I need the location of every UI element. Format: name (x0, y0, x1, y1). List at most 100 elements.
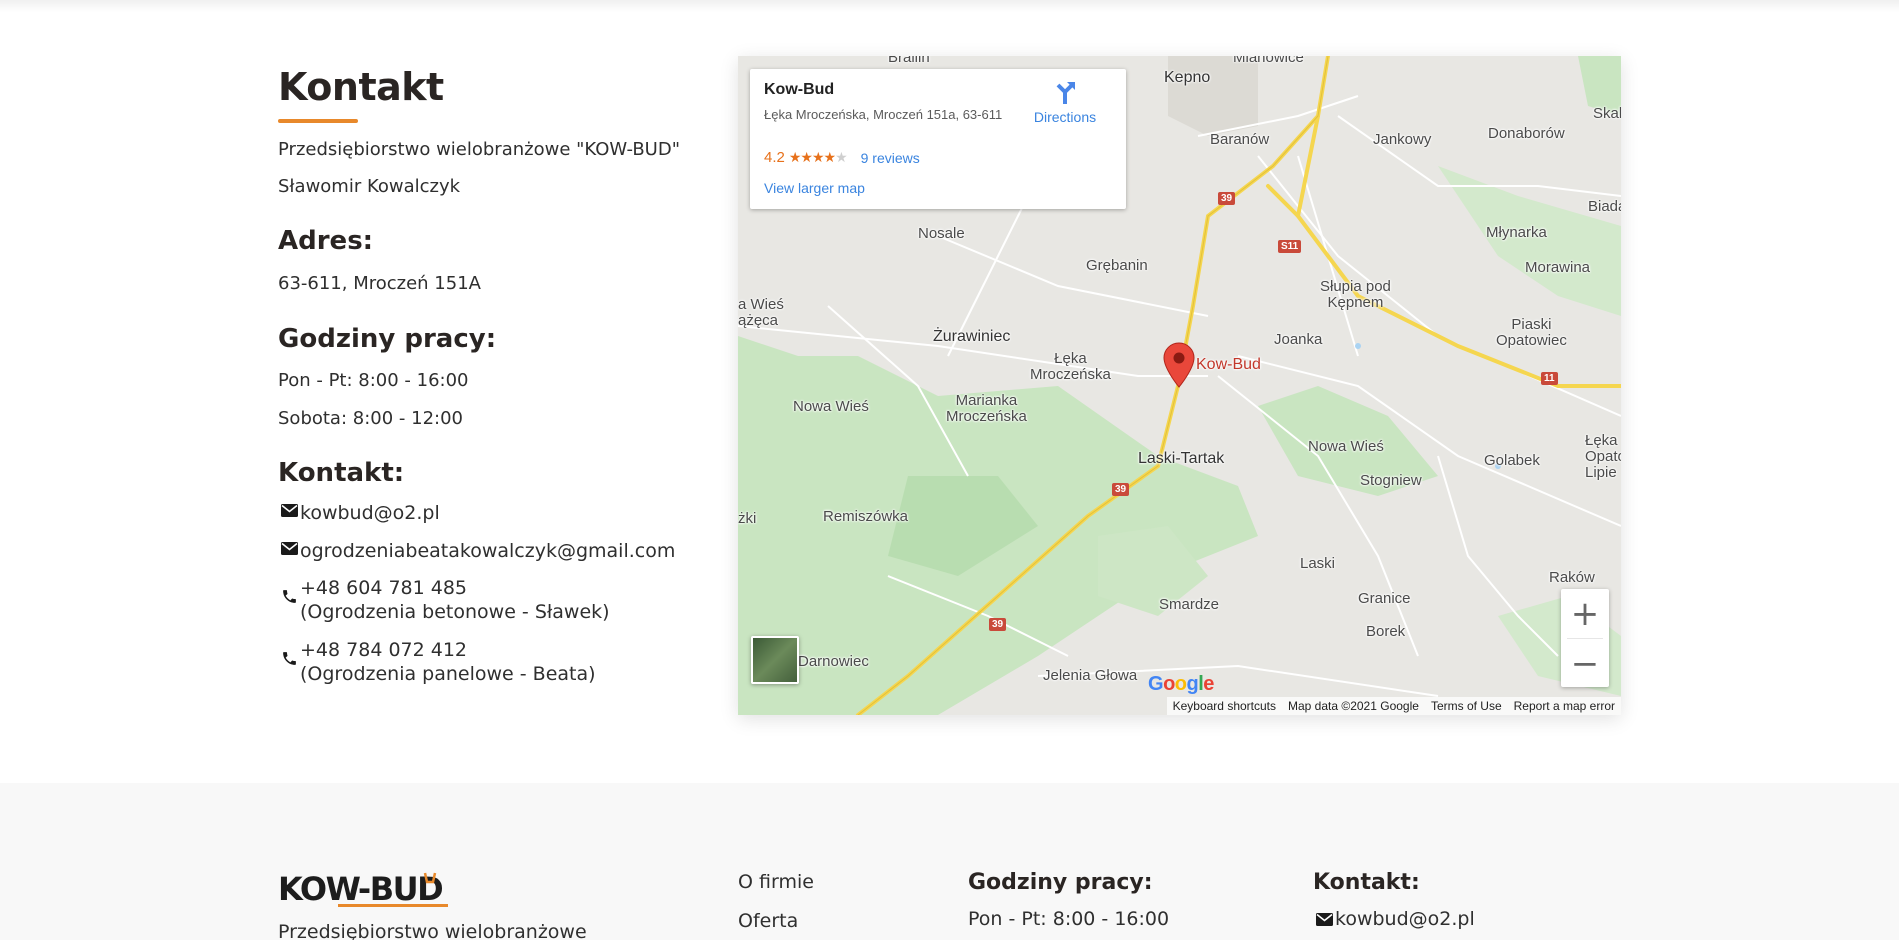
pin-label: Kow-Bud (1196, 356, 1261, 373)
place-golabek: Golabek (1484, 452, 1540, 469)
footer-email[interactable]: kowbud@o2.pl (1335, 908, 1475, 930)
footer-about: Przedsiębiorstwo wielobranżowe (278, 921, 587, 940)
header-shadow (0, 0, 1899, 12)
phone-1[interactable]: +48 604 781 485 (300, 576, 610, 600)
place-borek: Borek (1366, 623, 1406, 640)
zoom-out-button[interactable]: − (1561, 639, 1609, 688)
place-piaski: Piaski Opatowiec (1496, 316, 1567, 349)
zoom-in-button[interactable]: + (1561, 589, 1609, 638)
place-jankowy: Jankowy (1373, 131, 1432, 148)
zoom-control: + − (1561, 589, 1609, 687)
place-mianowice: Mianowice (1233, 56, 1304, 66)
directions-label: Directions (1033, 109, 1097, 125)
address-heading: Adres: (278, 226, 374, 256)
footer-hours: Godziny pracy: Pon - Pt: 8:00 - 16:00 (968, 870, 1169, 930)
view-larger-map-link[interactable]: View larger map (764, 180, 865, 196)
phone-row-2[interactable]: +48 784 072 412 (Ogrodzenia panelowe - B… (278, 638, 596, 686)
footer-email-row[interactable]: kowbud@o2.pl (1313, 908, 1475, 930)
place-marianka: Marianka Mroczeńska (946, 392, 1027, 425)
place-leka-opat: Łęka Opatow Lipie (1585, 432, 1621, 481)
place-laski: Laski (1300, 555, 1336, 572)
google-logo: Google (1148, 673, 1214, 695)
owner-name: Sławomir Kowalczyk (278, 176, 461, 197)
place-brallin: Brallin (888, 56, 930, 66)
place-slupia: Słupia pod Kępnem (1320, 278, 1391, 311)
footer-contact-heading: Kontakt: (1313, 870, 1420, 895)
footer: KOW-BUD Przedsiębiorstwo wielobranżowe O… (0, 783, 1899, 940)
kow-bud-logo[interactable]: KOW-BUD (278, 869, 473, 909)
road-39: 39 (1112, 483, 1130, 496)
place-nowa-wies-left: Nowa Wieś (793, 398, 869, 415)
email-1[interactable]: kowbud@o2.pl (300, 501, 440, 525)
place-zurawiniec: Żurawiniec (933, 328, 1011, 345)
phone-2-note: (Ogrodzenia panelowe - Beata) (300, 663, 596, 685)
place-remiszowka: Remiszówka (823, 508, 909, 525)
place-nosale: Nosale (918, 225, 965, 242)
footer-link-oferta[interactable]: Oferta (738, 909, 814, 933)
rating-stars-icon: ★★★★★ (788, 149, 848, 165)
road-39: 39 (989, 618, 1007, 631)
place-smardze: Smardze (1159, 596, 1220, 613)
directions-button[interactable]: Directions (1025, 79, 1105, 125)
terms-link[interactable]: Terms of Use (1424, 697, 1508, 715)
contact-heading: Kontakt: (278, 458, 405, 488)
envelope-icon (278, 542, 300, 555)
rating-value: 4.2 (764, 149, 785, 166)
contact-section: Kontakt Przedsiębiorstwo wielobranżowe "… (278, 62, 718, 685)
email-2[interactable]: ogrodzeniabeatakowalczyk@gmail.com (300, 539, 675, 563)
place-biada: Biada (1588, 198, 1621, 215)
footer-link-o-firmie[interactable]: O firmie (738, 870, 814, 894)
place-rakow: Raków (1549, 569, 1595, 586)
contact-title: Kontakt (278, 65, 444, 109)
google-map[interactable]: Kepno Baranów Jankowy Donaborów Skal Bia… (738, 56, 1621, 715)
phone-1-note: (Ogrodzenia betonowe - Sławek) (300, 601, 610, 623)
phone-row-1[interactable]: +48 604 781 485 (Ogrodzenia betonowe - S… (278, 576, 610, 624)
envelope-icon (278, 504, 300, 517)
place-morawina: Morawina (1525, 259, 1591, 276)
footer-hours-heading: Godziny pracy: (968, 870, 1153, 895)
logo-text: KOW-BUD (278, 870, 442, 908)
directions-icon (1056, 82, 1075, 104)
place-name: Kow-Bud (764, 81, 835, 98)
place-leka: Łęka Mroczeńska (1030, 350, 1111, 383)
satellite-toggle-button[interactable] (751, 636, 799, 684)
hours-saturday: Sobota: 8:00 - 12:00 (278, 408, 463, 429)
email-row-1[interactable]: kowbud@o2.pl (278, 501, 440, 525)
envelope-icon (1313, 912, 1335, 926)
phone-icon (278, 650, 300, 667)
email-row-2[interactable]: ogrodzeniabeatakowalczyk@gmail.com (278, 539, 675, 563)
place-donaborow: Donaborów (1488, 125, 1565, 142)
place-joanka: Joanka (1274, 331, 1323, 348)
road-11: 11 (1541, 372, 1558, 385)
map-data-text: Map data ©2021 Google (1282, 697, 1425, 715)
footer-hours-weekdays: Pon - Pt: 8:00 - 16:00 (968, 908, 1170, 930)
company-name: Przedsiębiorstwo wielobranżowe "KOW-BUD" (278, 139, 680, 160)
place-mlynarka: Młynarka (1486, 224, 1547, 241)
footer-contact: Kontakt: kowbud@o2.pl (1313, 870, 1475, 930)
place-granice: Granice (1358, 590, 1411, 607)
footer-nav: O firmie Oferta (738, 870, 814, 940)
place-darnowiec: Darnowiec (798, 653, 869, 670)
keyboard-shortcuts-link[interactable]: Keyboard shortcuts (1166, 697, 1282, 715)
map-attribution: Keyboard shortcuts Map data ©2021 Google… (1166, 697, 1621, 715)
place-nowa-wies-right: Nowa Wieś (1308, 438, 1384, 455)
address-text: 63-611, Mroczeń 151A (278, 273, 481, 294)
place-grebanin: Grębanin (1086, 257, 1148, 274)
hours-weekdays: Pon - Pt: 8:00 - 16:00 (278, 370, 469, 391)
place-info-card: Kow-Bud Łęka Mroczeńska, Mroczeń 151a, 6… (750, 69, 1126, 209)
place-wies-left: a Wieś ążęca (738, 296, 784, 329)
place-baranow: Baranów (1210, 131, 1270, 148)
report-error-link[interactable]: Report a map error (1507, 697, 1621, 715)
reviews-link[interactable]: 9 reviews (861, 150, 920, 166)
road-39: 39 (1218, 192, 1236, 205)
place-kepno: Kepno (1164, 69, 1211, 86)
road-s11: S11 (1278, 240, 1302, 253)
map-pin-icon[interactable] (1163, 342, 1195, 388)
place-address: Łęka Mroczeńska, Mroczeń 151a, 63-611 (764, 107, 1003, 122)
phone-icon (278, 588, 300, 605)
place-skal: Skal (1593, 105, 1621, 122)
place-laski-tartak: Laski-Tartak (1138, 450, 1225, 467)
phone-2[interactable]: +48 784 072 412 (300, 638, 596, 662)
place-rating: 4.2 ★★★★★ 9 reviews (764, 149, 920, 166)
place-jelenia: Jelenia Głowa (1043, 667, 1138, 684)
